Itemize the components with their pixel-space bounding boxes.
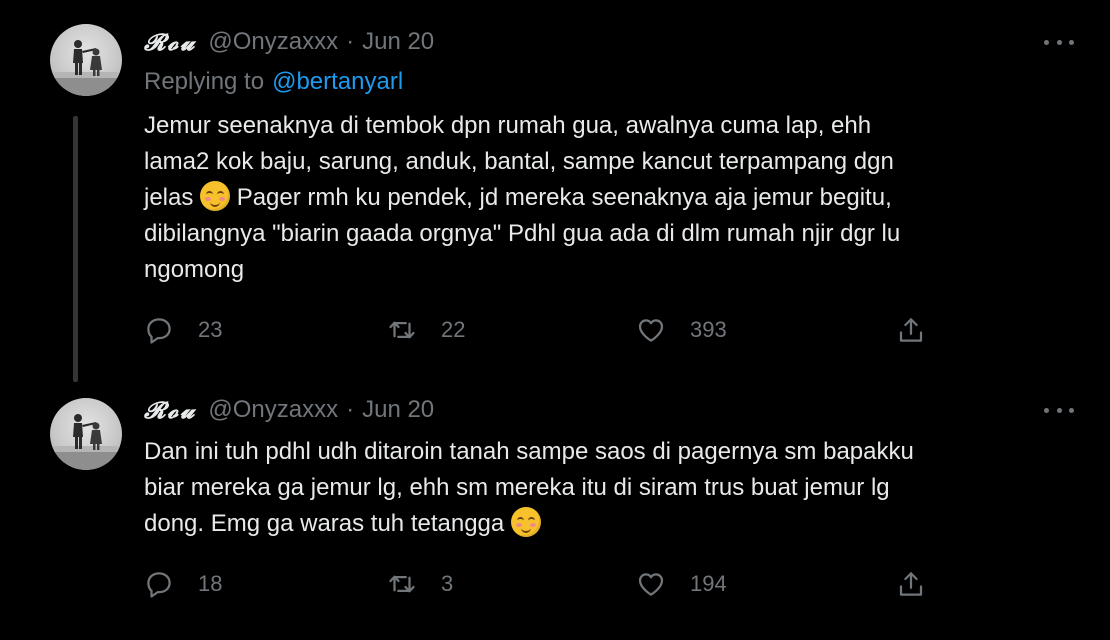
tweet-text-line: ngomong — [144, 256, 245, 283]
retweet-icon — [389, 321, 415, 339]
retweet-button[interactable]: 22 — [387, 312, 465, 348]
reply-count: 18 — [198, 571, 223, 596]
replying-to: Replying to @bertanyarl — [144, 66, 403, 98]
tweet-text-line: dibilangnya "biarin gaada orgnya" Pdhl g… — [144, 220, 901, 247]
blushing-smile-emoji — [200, 181, 231, 211]
tweet-date[interactable]: Jun 20 — [362, 396, 434, 424]
retweet-count: 22 — [441, 317, 466, 342]
tweet-text-segment: dong. Emg ga waras tuh tetangga — [144, 510, 505, 537]
replying-to-handle-link[interactable]: @bertanyarl — [272, 68, 403, 96]
like-icon — [638, 573, 664, 596]
tweet-header: 𝓡𝓸𝓾 @Onyzaxxx · Jun 20 — [144, 26, 434, 58]
retweet-button[interactable]: 3 — [387, 566, 453, 602]
avatar[interactable] — [50, 24, 122, 96]
more-icon[interactable] — [1044, 400, 1074, 420]
share-icon — [899, 572, 923, 596]
reply-count: 23 — [198, 317, 223, 342]
avatar[interactable] — [50, 398, 122, 470]
blushing-smile-emoji — [510, 507, 541, 537]
tweet-text-line: Jemur seenaknya di tembok dpn rumah gua,… — [144, 112, 872, 139]
display-name[interactable]: 𝓡𝓸𝓾 — [144, 397, 196, 424]
retweet-count: 3 — [441, 571, 454, 596]
like-button[interactable]: 393 — [636, 312, 727, 348]
retweet-icon — [389, 575, 415, 593]
reply-button[interactable]: 23 — [144, 312, 222, 348]
tweet-text-line: dong. Emg ga waras tuh tetangga — [144, 506, 1074, 542]
reply-icon — [147, 318, 171, 344]
tweet-date[interactable]: Jun 20 — [362, 28, 434, 56]
user-handle[interactable]: @Onyzaxxx — [208, 28, 338, 56]
user-handle[interactable]: @Onyzaxxx — [208, 396, 338, 424]
tweet-actions: 23 22 393 — [144, 312, 944, 348]
like-button[interactable]: 194 — [636, 566, 727, 602]
share-button[interactable] — [896, 312, 926, 348]
separator: · — [346, 28, 355, 55]
reply-icon — [147, 572, 171, 598]
tweet-text-segment: jelas — [144, 184, 194, 211]
tweet[interactable]: 𝓡𝓸𝓾 @Onyzaxxx · Jun 20 Replying to @bert… — [0, 0, 1110, 392]
share-button[interactable] — [896, 566, 926, 602]
tweet-text-line: Dan ini tuh pdhl udh ditaroin tanah samp… — [144, 438, 914, 465]
like-icon — [638, 319, 664, 342]
tweet[interactable]: 𝓡𝓸𝓾 @Onyzaxxx · Jun 20 Dan ini tuh pdhl … — [0, 392, 1110, 640]
tweet-text: Dan ini tuh pdhl udh ditaroin tanah samp… — [144, 434, 1074, 542]
tweet-header: 𝓡𝓸𝓾 @Onyzaxxx · Jun 20 — [144, 394, 434, 426]
tweet-text-segment: Pager rmh ku pendek, jd mereka seenaknya… — [230, 184, 892, 211]
share-icon — [899, 318, 923, 342]
tweet-text: Jemur seenaknya di tembok dpn rumah gua,… — [144, 108, 1074, 288]
like-count: 194 — [690, 571, 727, 596]
tweet-text-line: lama2 kok baju, sarung, anduk, bantal, s… — [144, 148, 894, 175]
replying-to-label: Replying to — [144, 68, 265, 95]
tweet-text-line: jelas Pager rmh ku pendek, jd mereka see… — [144, 180, 1074, 216]
thread-connector-line — [73, 116, 78, 382]
tweet-actions: 18 3 194 — [144, 566, 944, 602]
tweet-text-line: biar mereka ga jemur lg, ehh sm mereka i… — [144, 474, 890, 501]
reply-button[interactable]: 18 — [144, 566, 222, 602]
more-icon[interactable] — [1044, 32, 1074, 52]
like-count: 393 — [690, 317, 727, 342]
display-name[interactable]: 𝓡𝓸𝓾 — [144, 29, 196, 56]
separator: · — [346, 396, 355, 423]
